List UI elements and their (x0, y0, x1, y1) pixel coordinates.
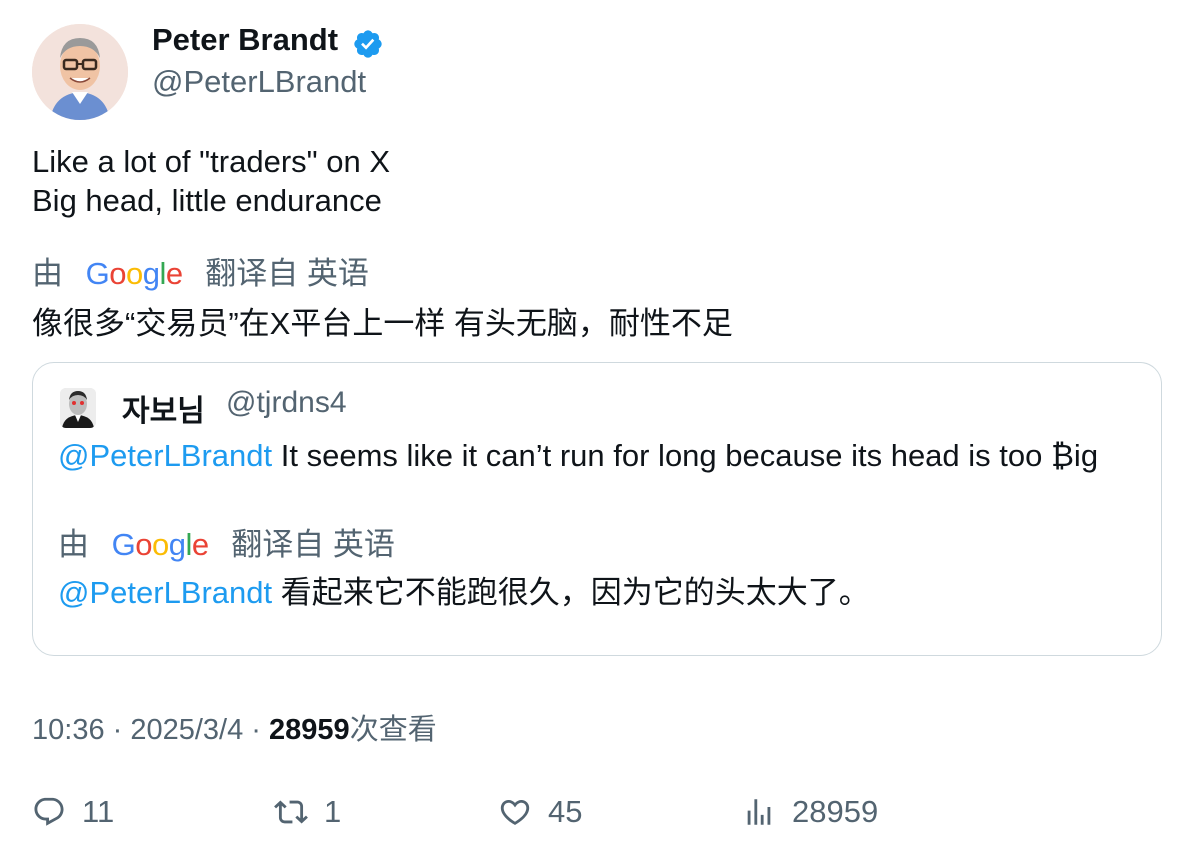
quote-translate-suffix: 翻译自 英语 (231, 527, 395, 562)
retweet-button[interactable]: 1 (274, 790, 341, 834)
quote-author-handle[interactable]: @tjrdns4 (226, 386, 347, 420)
retweet-count: 1 (324, 794, 342, 829)
google-logo: Google (85, 256, 184, 291)
quote-translation-mention-link[interactable]: @PeterLBrandt (58, 575, 272, 610)
reply-count: 11 (82, 794, 115, 829)
author-name[interactable]: Peter Brandt (152, 22, 338, 58)
meta-separator: · (243, 714, 270, 746)
translate-prefix: 由 (32, 256, 63, 291)
tweet-date[interactable]: 2025/3/4 (130, 714, 243, 746)
author-handle[interactable]: @PeterLBrandt (152, 64, 366, 100)
tweet-text-line-2: Big head, little endurance (32, 183, 382, 218)
quote-translation-body: 看起来它不能跑很久，因为它的头太大了。 (272, 575, 870, 610)
tweet-time[interactable]: 10:36 (32, 714, 105, 746)
translation-attribution: 由 Google 翻译自 英语 (32, 248, 369, 293)
quote-author-name[interactable]: 자보님 (122, 386, 205, 430)
analytics-icon (747, 799, 771, 825)
tweet-meta: 10:36 · 2025/3/4 · 28959次查看 (32, 706, 437, 748)
retweet-icon (274, 800, 308, 824)
quote-text: @PeterLBrandt It seems like it can’t run… (58, 438, 1098, 474)
tweet-text-line-1: Like a lot of "traders" on X (32, 144, 391, 179)
author-avatar[interactable] (32, 24, 128, 120)
quote-author-avatar[interactable] (60, 388, 96, 428)
reply-button[interactable]: 11 (32, 790, 114, 834)
author-avatar-image (32, 24, 128, 120)
view-count: 28959 (269, 714, 350, 746)
quote-translation: @PeterLBrandt 看起来它不能跑很久，因为它的头太大了。 (58, 567, 870, 612)
quote-body: It seems like it can’t run for long beca… (272, 438, 1099, 473)
reply-icon (34, 797, 64, 826)
quote-translate-prefix: 由 (58, 527, 89, 562)
quote-translation-attribution: 由 Google 翻译自 英语 (58, 519, 395, 564)
like-button[interactable]: 45 (498, 790, 582, 834)
view-count-label: 次查看 (349, 714, 437, 746)
views-count: 28959 (792, 794, 879, 829)
quote-google-logo: Google (111, 527, 210, 562)
translate-suffix: 翻译自 英语 (205, 256, 369, 291)
quote-author-avatar-image (60, 388, 96, 428)
verified-badge-icon (354, 30, 382, 58)
meta-separator: · (104, 714, 131, 746)
quote-mention-link[interactable]: @PeterLBrandt (58, 438, 272, 473)
heart-icon (500, 799, 530, 825)
views-button[interactable]: 28959 (742, 790, 878, 834)
tweet-translation: 像很多“交易员”在X平台上一样 有头无脑，耐性不足 (32, 306, 733, 341)
like-count: 45 (548, 794, 583, 829)
